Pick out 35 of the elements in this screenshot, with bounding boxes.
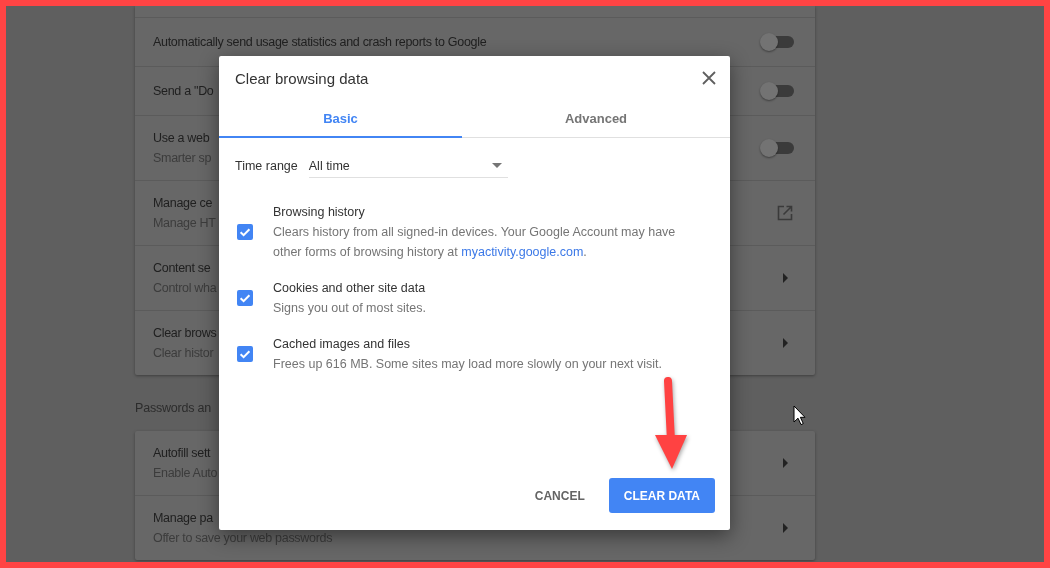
tab[interactable]: Advanced [462,100,730,138]
checkbox[interactable] [237,224,253,240]
option-description: Frees up 616 MB. Some sites may load more slowly on your next visit. [273,356,663,373]
checkbox[interactable] [237,290,253,306]
toggle-switch[interactable] [760,138,794,158]
option-description: Signs you out of most sites. [273,300,426,317]
option-description: Clears history from all signed-in devices. Your Google Account may have other forms of browsing history at myactivity.google.com. [273,224,677,261]
clear-data-button[interactable]: CLEAR DATA [608,478,715,513]
option-title: Cookies and other site data [273,280,426,297]
setting-title: Autofill sett [153,445,211,462]
option-title: Browsing history [273,204,365,221]
dialog-title: Clear browsing data [235,70,369,87]
external-link-icon[interactable] [777,205,793,221]
setting-title: Send a "Do [153,83,214,100]
time-range-label: Time range [235,158,298,175]
setting-title: Manage ce [153,195,213,212]
setting-title: Manage pa [153,510,213,527]
option-title: Cached images and files [273,336,410,353]
caret-icon[interactable] [783,458,788,468]
toggle-switch[interactable] [760,32,794,52]
tab[interactable]: Basic [219,100,462,138]
dropdown-arrow-icon [491,163,502,168]
close-button[interactable] [702,71,716,85]
setting-title: Automatically send usage statistics and crash reports to Google [153,34,487,51]
caret-icon[interactable] [783,338,788,348]
caret-icon[interactable] [783,273,788,283]
toggle-switch[interactable] [760,81,794,101]
setting-title: Content se [153,260,211,277]
checkbox[interactable] [237,346,253,362]
time-range-dropdown[interactable]: All time [308,154,508,178]
setting-title: Use a web [153,130,210,147]
caret-icon[interactable] [783,523,788,533]
setting-title: Clear brows [153,325,217,342]
mouse-cursor-icon [793,405,806,426]
cancel-button[interactable]: CANCEL [524,478,595,513]
